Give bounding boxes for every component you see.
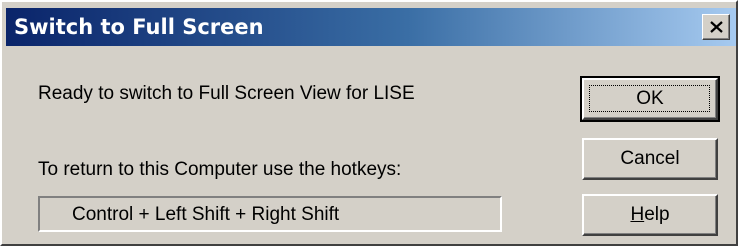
help-button[interactable]: Help	[582, 194, 718, 236]
help-button-label: elp	[644, 204, 670, 225]
close-button[interactable]	[702, 14, 730, 40]
hotkey-display: Control + Left Shift + Right Shift	[38, 196, 502, 232]
close-x-icon	[710, 21, 723, 33]
hotkey-combo-text: Control + Left Shift + Right Shift	[72, 204, 340, 225]
ready-message: Ready to switch to Full Screen View for …	[38, 83, 415, 104]
cancel-button[interactable]: Cancel	[582, 138, 718, 180]
ok-button[interactable]: OK	[580, 76, 720, 122]
cancel-button-label: Cancel	[620, 148, 680, 169]
window-title: Switch to Full Screen	[14, 15, 264, 39]
ok-button-label: OK	[636, 88, 664, 109]
return-instructions: To return to this Computer use the hotke…	[38, 159, 402, 180]
switch-full-screen-dialog: Switch to Full Screen Ready to switch to…	[0, 0, 738, 246]
help-mnemonic: H	[630, 204, 645, 225]
title-bar[interactable]: Switch to Full Screen	[6, 8, 736, 46]
